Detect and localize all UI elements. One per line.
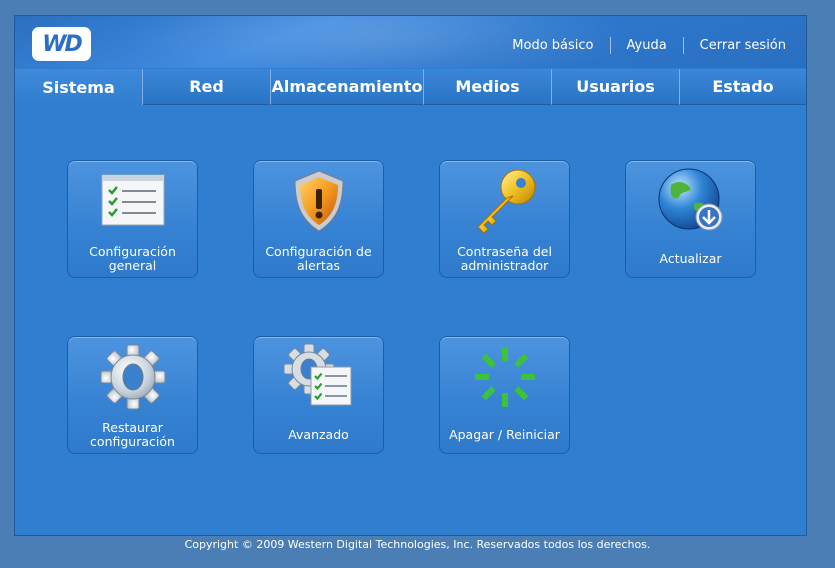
gear-checklist-icon <box>283 343 351 406</box>
shutdown-restart-label: Apagar / Reiniciar <box>449 427 560 442</box>
alert-settings-label: Configuración de alertas <box>265 244 372 273</box>
main-tabs: Sistema Red Almacenamiento Medios Usuari… <box>15 69 806 105</box>
tab-estado[interactable]: Estado <box>680 69 806 105</box>
tab-sistema[interactable]: Sistema <box>15 69 143 105</box>
tab-red[interactable]: Red <box>143 69 271 105</box>
copyright-footer: Copyright © 2009 Western Digital Technol… <box>184 538 651 551</box>
logout-link[interactable]: Cerrar sesión <box>684 38 786 53</box>
update-label: Actualizar <box>659 251 722 266</box>
shutdown-restart-tile[interactable]: Apagar / Reiniciar <box>439 336 570 454</box>
update-tile[interactable]: Actualizar <box>625 160 756 278</box>
system-content: Configuración general Configuración de ale… <box>15 106 806 536</box>
help-link[interactable]: Ayuda <box>611 38 683 53</box>
advanced-tile[interactable]: Avanzado <box>253 336 384 454</box>
general-settings-label: Configuración general <box>89 244 176 273</box>
advanced-label: Avanzado <box>288 427 349 442</box>
main-frame: WD Modo básico Ayuda Cerrar sesión Siste… <box>14 15 807 536</box>
admin-password-tile[interactable]: Contraseña del administrador <box>439 160 570 278</box>
tab-medios[interactable]: Medios <box>424 69 552 105</box>
tab-usuarios[interactable]: Usuarios <box>552 69 680 105</box>
key-icon <box>476 169 535 234</box>
admin-password-label: Contraseña del administrador <box>457 244 552 273</box>
restore-settings-tile[interactable]: Restaurar configuración <box>67 336 198 454</box>
restore-settings-label: Restaurar configuración <box>90 420 175 449</box>
general-settings-tile[interactable]: Configuración general <box>67 160 198 278</box>
top-links: Modo básico Ayuda Cerrar sesión <box>496 37 786 54</box>
tab-almacenamiento[interactable]: Almacenamiento <box>271 69 424 105</box>
checklist-icon <box>101 174 164 226</box>
basic-mode-link[interactable]: Modo básico <box>496 38 609 53</box>
restart-spinner-icon <box>474 347 535 407</box>
alert-settings-tile[interactable]: Configuración de alertas <box>253 160 384 278</box>
globe-download-icon <box>658 168 722 231</box>
warning-shield-icon <box>293 170 344 232</box>
wd-logo: WD <box>32 27 91 61</box>
gear-icon <box>100 344 165 410</box>
header-bar: WD Modo básico Ayuda Cerrar sesión <box>15 16 806 68</box>
